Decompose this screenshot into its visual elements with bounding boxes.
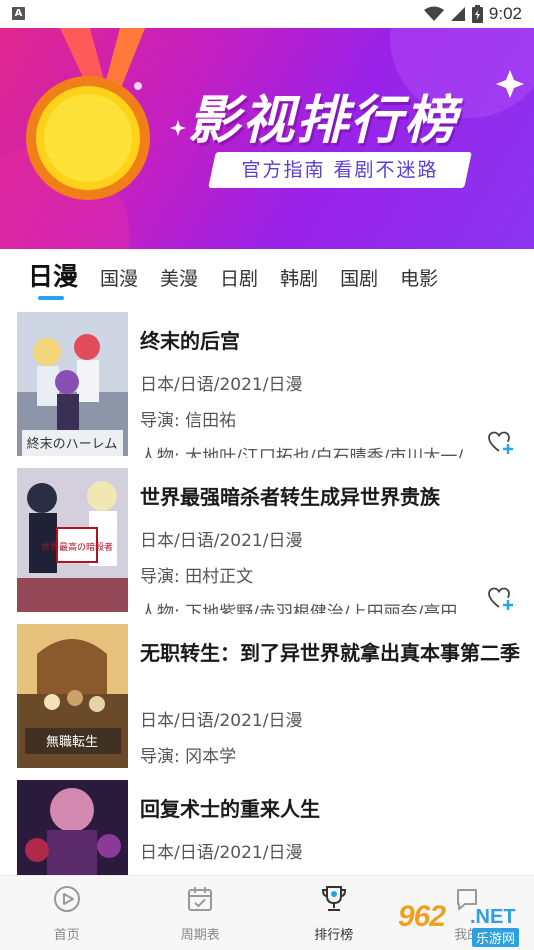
favorite-add-icon[interactable] — [487, 429, 515, 457]
poster-image[interactable]: 無職転生 — [17, 624, 128, 768]
svg-text:終末のハーレム: 終末のハーレム — [27, 436, 118, 452]
nav-home[interactable]: 首页 — [0, 876, 134, 950]
item-meta: 日本/日语/2021/日漫 — [140, 843, 303, 863]
list-item[interactable]: 無職転生 无职转生：到了异世界就拿出真本事第二季 日本/日语/2021/日漫 导… — [0, 624, 534, 770]
ranking-list: 終末のハーレム 终末的后宫 日本/日语/2021/日漫 导演: 信田祐 人物: … — [0, 312, 534, 875]
tab-hanju[interactable]: 韩剧 — [280, 264, 318, 305]
svg-text:無職転生: 無職転生 — [46, 735, 98, 750]
nav-schedule[interactable]: 周期表 — [134, 876, 268, 950]
active-tab-indicator — [38, 296, 64, 300]
nav-ranking-label: 排行榜 — [314, 928, 354, 943]
tab-movie[interactable]: 电影 — [400, 264, 438, 305]
item-title[interactable]: 世界最强暗杀者转生成异世界贵族 — [140, 484, 520, 510]
banner-title: 影视排行榜 — [188, 91, 459, 151]
poster-image[interactable]: 終末のハーレム — [17, 312, 128, 456]
banner-subtitle-box: 官方指南 看剧不迷路 — [208, 152, 472, 188]
item-director: 导演: 信田祐 — [140, 411, 237, 431]
status-time: 9:02 — [488, 4, 522, 23]
tab-guoman[interactable]: 国漫 — [100, 264, 138, 305]
item-title[interactable]: 回复术士的重来人生 — [140, 796, 520, 822]
watermark-logo: 962 .NET 乐游网 — [398, 900, 528, 947]
status-bar: A 9:02 — [0, 0, 534, 28]
poster-image[interactable] — [17, 780, 128, 875]
watermark-number: 962 — [398, 900, 446, 933]
notification-icon: A — [12, 7, 25, 20]
tab-meiman[interactable]: 美漫 — [160, 264, 198, 305]
nav-ranking[interactable]: 排行榜 — [267, 876, 401, 950]
watermark-sub: 乐游网 — [472, 928, 520, 947]
item-meta: 日本/日语/2021/日漫 — [140, 531, 303, 551]
item-title[interactable]: 终末的后宫 — [140, 328, 520, 354]
watermark-domain: .NET — [470, 906, 516, 928]
wifi-icon — [423, 6, 444, 21]
banner-subtitle: 官方指南 看剧不迷路 — [241, 159, 439, 181]
item-meta: 日本/日语/2021/日漫 — [140, 375, 303, 395]
ranking-banner[interactable]: 影视排行榜 官方指南 看剧不迷路 — [0, 28, 534, 249]
nav-home-label: 首页 — [53, 928, 80, 943]
battery-icon — [471, 5, 483, 23]
calendar-icon — [188, 887, 213, 911]
category-tabs: 日漫 国漫 美漫 日剧 韩剧 国剧 电影 — [0, 249, 534, 305]
item-director: 导演: 冈本学 — [140, 747, 237, 767]
list-item[interactable]: 世界最高の暗殺者 世界最强暗杀者转生成异世界贵族 日本/日语/2021/日漫 导… — [0, 468, 534, 614]
poster-image[interactable]: 世界最高の暗殺者 — [17, 468, 128, 612]
item-meta: 日本/日语/2021/日漫 — [140, 711, 303, 731]
svg-text:世界最高の暗殺者: 世界最高の暗殺者 — [41, 541, 113, 553]
status-icons: 9:02 — [423, 4, 522, 24]
item-cast: 人物: 下地紫野/赤羽根健治/上田丽奈/高田 — [140, 603, 458, 614]
list-item[interactable]: 回复术士的重来人生 日本/日语/2021/日漫 — [0, 780, 534, 875]
signal-icon — [450, 7, 465, 21]
nav-schedule-label: 周期表 — [180, 928, 220, 943]
tab-riju[interactable]: 日剧 — [220, 264, 258, 305]
item-cast: 人物: 大地叶/江口拓也/白石晴香/市川太一/ — [140, 447, 464, 458]
tab-guoju[interactable]: 国剧 — [340, 264, 378, 305]
list-item[interactable]: 終末のハーレム 终末的后宫 日本/日语/2021/日漫 导演: 信田祐 人物: … — [0, 312, 534, 458]
item-title[interactable]: 无职转生：到了异世界就拿出真本事第二季 — [140, 640, 520, 666]
play-circle-icon — [53, 886, 80, 912]
item-director: 导演: 田村正文 — [140, 567, 254, 587]
favorite-add-icon[interactable] — [487, 585, 515, 613]
trophy-icon — [321, 886, 346, 911]
